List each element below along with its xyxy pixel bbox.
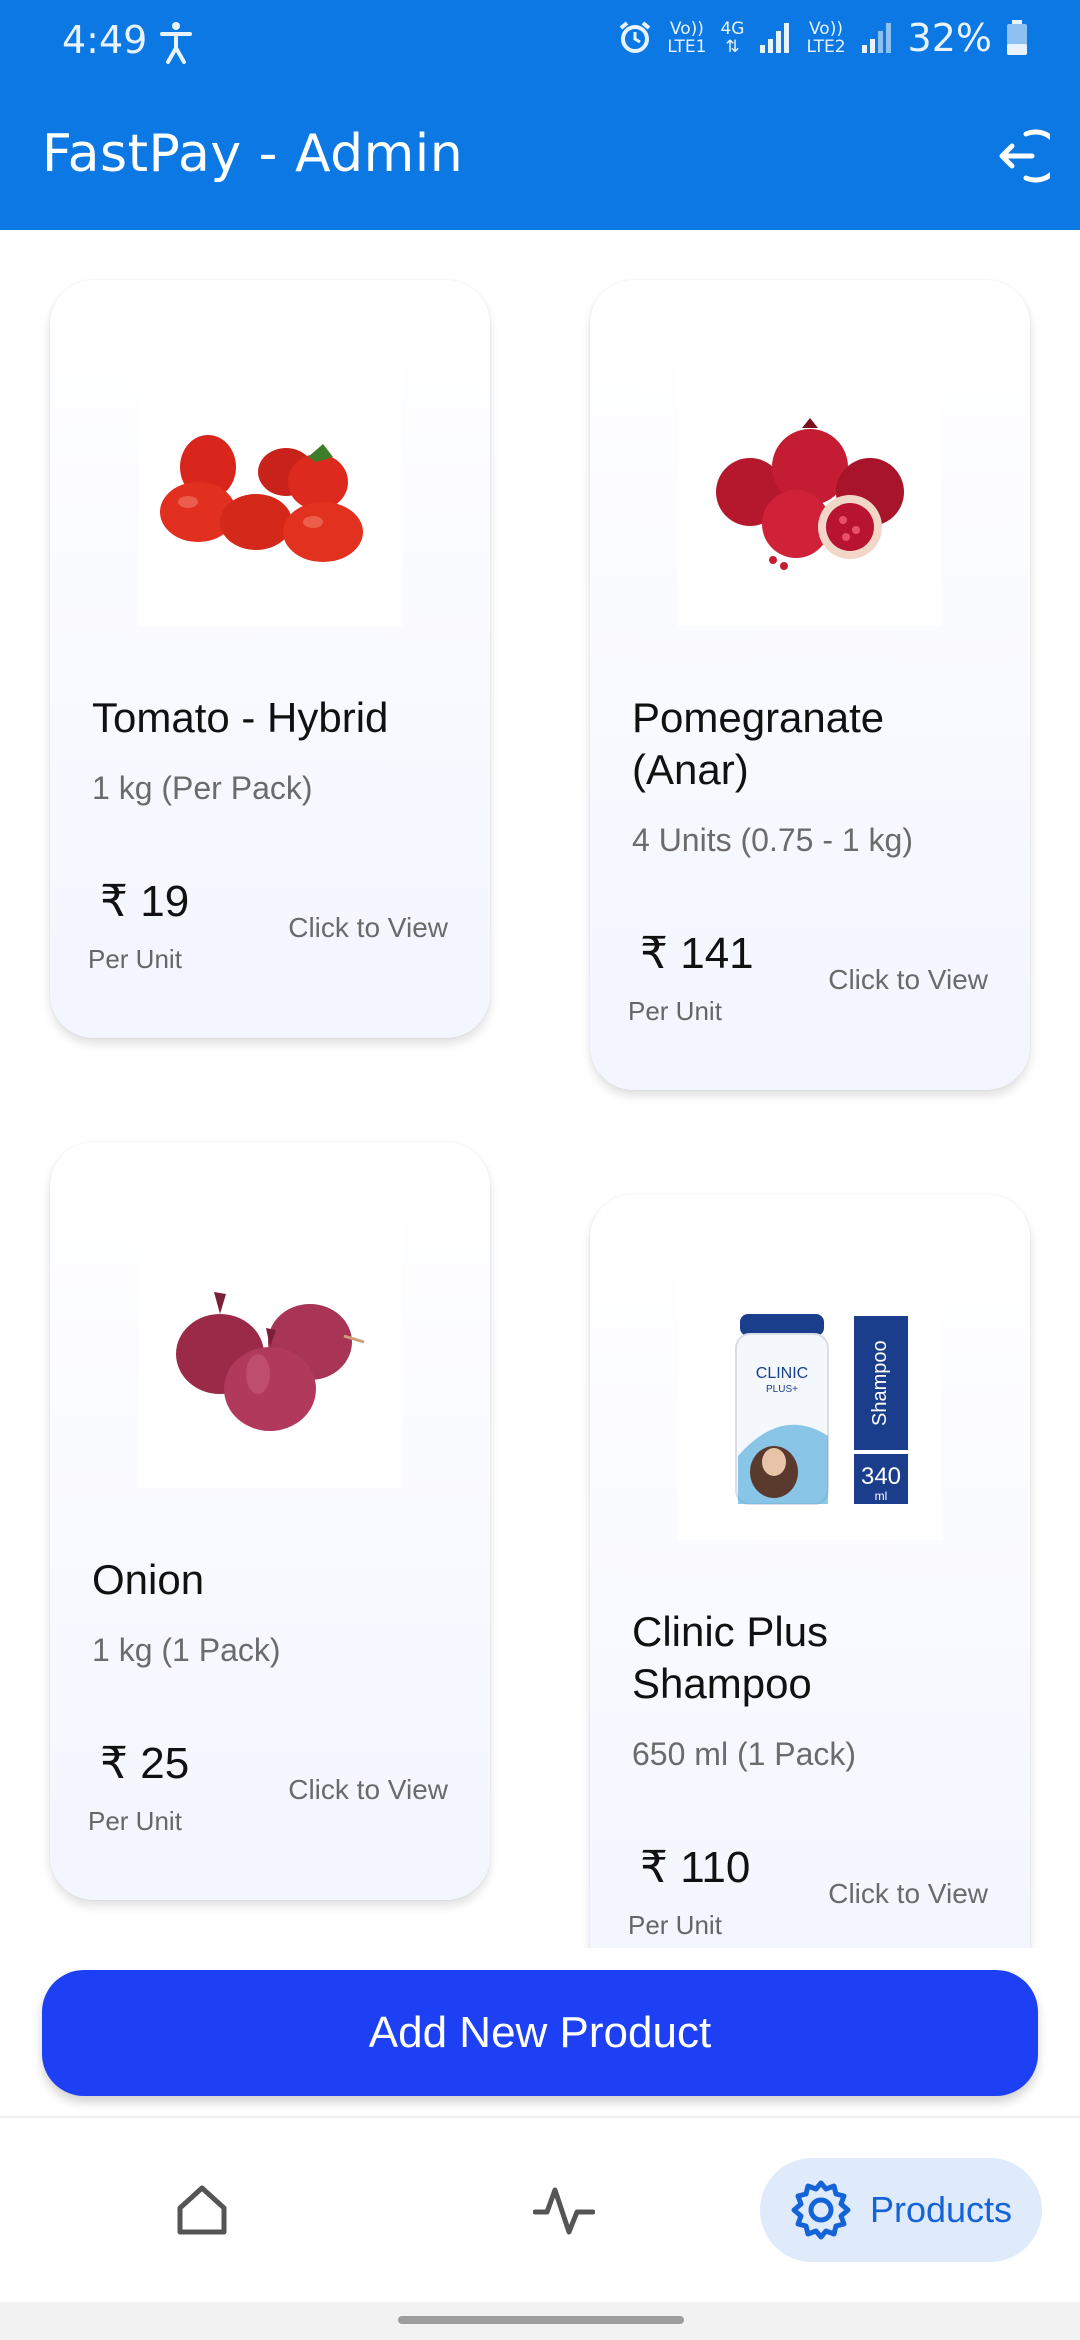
- onion-image: [138, 1224, 402, 1488]
- battery-percent: 32%: [907, 16, 992, 60]
- packshot-volume-unit: ml: [875, 1489, 888, 1503]
- product-quantity: 650 ml (1 Pack): [632, 1736, 857, 1772]
- price-unit-label: Per Unit: [628, 996, 722, 1026]
- home-gesture-handle[interactable]: [398, 2316, 684, 2324]
- accessibility-icon: [160, 22, 192, 64]
- click-to-view-link[interactable]: Click to View: [288, 1774, 448, 1806]
- product-price: ₹ 110: [640, 1843, 751, 1892]
- nav-activity[interactable]: [522, 2158, 606, 2262]
- add-new-product-button[interactable]: Add New Product: [42, 1970, 1038, 2096]
- product-price: ₹ 19: [100, 877, 190, 926]
- product-name: Clinic Plus Shampoo: [632, 1608, 829, 1707]
- price-unit-label: Per Unit: [88, 1806, 182, 1836]
- activity-icon: [533, 2187, 595, 2235]
- signal-icon: [861, 23, 891, 53]
- status-time: 4:49: [62, 18, 148, 62]
- tomato-image: [138, 362, 402, 626]
- shampoo-image: CLINIC PLUS+ Shampoo 340 ml: [678, 1276, 942, 1540]
- bottom-navigation: Products: [0, 2116, 1080, 2302]
- product-price: ₹ 25: [100, 1739, 190, 1788]
- product-card[interactable]: Tomato - Hybrid 1 kg (Per Pack) ₹ 19 Per…: [50, 280, 490, 1038]
- gear-icon: [791, 2180, 851, 2240]
- status-indicators: Vo)) LTE1 4G ⇅ Vo)) LTE2 32%: [617, 16, 1028, 60]
- status-bar: 4:49 Vo)) LTE1 4G ⇅ Vo)) LTE2 32%: [0, 0, 1080, 86]
- product-quantity: 1 kg (Per Pack): [92, 770, 313, 806]
- product-name: Tomato - Hybrid: [92, 694, 389, 741]
- network-type: 4G ⇅: [720, 19, 745, 57]
- nav-products[interactable]: Products: [760, 2158, 1042, 2262]
- logout-icon[interactable]: [986, 124, 1050, 188]
- product-quantity: 4 Units (0.75 - 1 kg): [632, 822, 913, 858]
- system-gesture-bar: [0, 2302, 1080, 2340]
- price-unit-label: Per Unit: [88, 944, 182, 974]
- product-card[interactable]: Pomegranate (Anar) 4 Units (0.75 - 1 kg)…: [590, 280, 1030, 1090]
- app-header: 4:49 Vo)) LTE1 4G ⇅ Vo)) LTE2 32% FastPa…: [0, 0, 1080, 230]
- product-name: Onion: [92, 1556, 205, 1603]
- battery-icon: [1007, 20, 1027, 55]
- price-unit-label: Per Unit: [628, 1910, 722, 1940]
- product-price: ₹ 141: [640, 929, 754, 978]
- signal-icon: [760, 23, 790, 53]
- sim1-volte: Vo)) LTE1: [667, 19, 707, 57]
- sim2-volte: Vo)) LTE2: [806, 19, 846, 57]
- click-to-view-link[interactable]: Click to View: [828, 1878, 988, 1910]
- click-to-view-link[interactable]: Click to View: [288, 912, 448, 944]
- click-to-view-link[interactable]: Click to View: [828, 964, 988, 996]
- product-quantity: 1 kg (1 Pack): [92, 1632, 281, 1668]
- home-icon: [177, 2185, 227, 2235]
- packshot-side-label: Shampoo: [869, 1340, 891, 1426]
- product-name: Pomegranate (Anar): [632, 694, 885, 793]
- nav-home[interactable]: [160, 2158, 244, 2262]
- product-card[interactable]: Onion 1 kg (1 Pack) ₹ 25 Per Unit Click …: [50, 1142, 490, 1900]
- pomegranate-image: [678, 362, 942, 626]
- packshot-brand: CLINIC: [756, 1365, 808, 1382]
- packshot-volume: 340: [861, 1463, 901, 1490]
- packshot-brand-sub: PLUS+: [766, 1384, 798, 1395]
- nav-products-label: Products: [869, 2189, 1013, 2230]
- alarm-icon: [620, 21, 651, 53]
- product-card[interactable]: CLINIC PLUS+ Shampoo 340 ml Clinic Plus …: [590, 1194, 1030, 2004]
- page-title: FastPay - Admin: [42, 124, 464, 184]
